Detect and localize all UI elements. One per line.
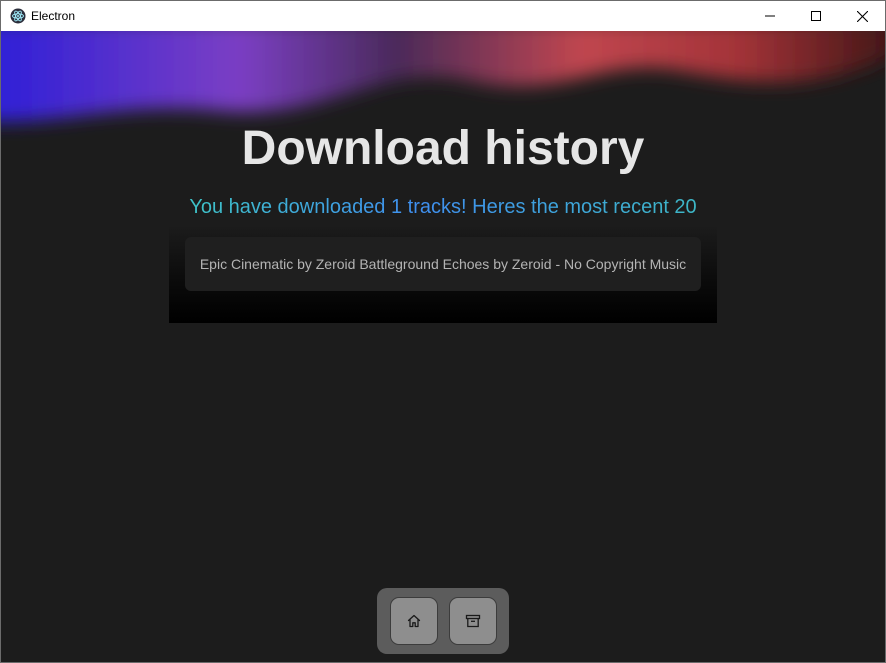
page-content: Download history You have downloaded 1 t… <box>1 31 885 662</box>
download-count-text: You have downloaded 1 tracks! Heres the … <box>189 196 697 218</box>
window-title: Electron <box>31 9 76 23</box>
title-bar[interactable]: Electron <box>1 1 885 31</box>
maximize-icon <box>811 11 821 21</box>
app-window: Electron Download history You have downl… <box>0 0 886 663</box>
download-count-subtitle: You have downloaded 1 tracks! Heres the … <box>1 194 885 220</box>
close-button[interactable] <box>839 1 885 31</box>
window-controls <box>747 1 885 31</box>
page-title: Download history <box>241 122 645 175</box>
close-icon <box>856 10 868 22</box>
history-button[interactable] <box>448 597 497 645</box>
bottom-navigation <box>377 588 509 654</box>
minimize-button[interactable] <box>747 1 793 31</box>
history-panel: Epic Cinematic by Zeroid Battleground Ec… <box>169 225 717 323</box>
archive-icon <box>465 614 480 628</box>
home-button[interactable] <box>389 597 438 645</box>
track-list-item[interactable]: Epic Cinematic by Zeroid Battleground Ec… <box>185 237 701 291</box>
maximize-button[interactable] <box>793 1 839 31</box>
minimize-icon <box>765 15 775 17</box>
electron-app-icon <box>10 8 26 24</box>
home-icon <box>407 614 420 628</box>
